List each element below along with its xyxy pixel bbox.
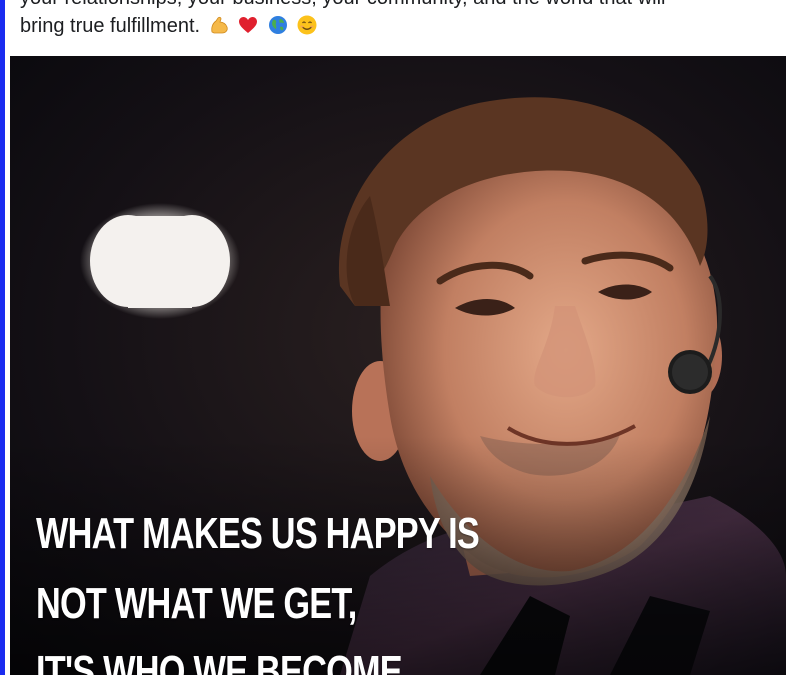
quote-line-2: NOT WHAT WE GET,	[36, 579, 357, 628]
caption-line-full: bring true fulfillment.	[20, 14, 318, 38]
caption-text: bring true fulfillment.	[20, 15, 201, 37]
globe-icon	[268, 16, 287, 34]
post-image[interactable]: WHAT MAKES US HAPPY IS NOT WHAT WE GET, …	[10, 56, 786, 675]
smiling-face-icon	[297, 15, 317, 35]
red-heart-icon	[239, 17, 258, 33]
quote-line-1: WHAT MAKES US HAPPY IS	[36, 509, 480, 558]
post-frame: your relationships, your business, your …	[0, 0, 786, 675]
quote-line-3: IT'S WHO WE BECOME	[36, 647, 403, 675]
post-caption: your relationships, your business, your …	[10, 0, 786, 56]
caption-line-partial: your relationships, your business, your …	[20, 0, 665, 10]
flexed-biceps-icon	[211, 16, 228, 34]
